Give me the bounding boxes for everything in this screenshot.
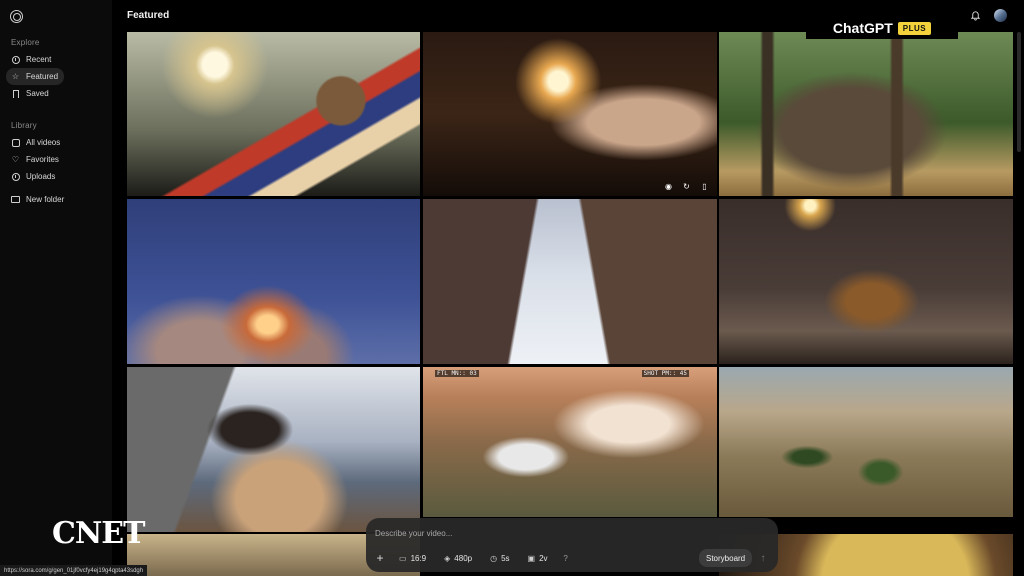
bell-icon[interactable] — [970, 10, 981, 21]
status-url: https://sora.com/g/gen_01jf0vcfy4ej19g4q… — [0, 565, 148, 576]
refresh-icon[interactable]: ↻ — [682, 182, 691, 191]
explore-section-label: Explore — [11, 38, 40, 47]
bookmark-icon[interactable]: ▯ — [700, 182, 709, 191]
clock-icon — [11, 55, 20, 64]
upload-icon — [11, 172, 20, 181]
star-icon: ☆ — [11, 72, 20, 81]
variations-icon: ▣ — [527, 553, 536, 563]
video-tile-snowy-street[interactable] — [423, 199, 717, 364]
sidebar-item-label: Saved — [26, 89, 49, 98]
resolution-value: 480p — [454, 553, 473, 563]
sidebar-item-label: Featured — [26, 72, 59, 81]
prompt-bar: + ▭ 16:9 ◈ 480p ◷ 5s ▣ 2v ? Storyboard ↑ — [366, 518, 778, 572]
sidebar-item-featured[interactable]: ☆ Featured — [6, 68, 64, 85]
storyboard-button[interactable]: Storyboard — [699, 549, 753, 567]
duration-button[interactable]: ◷ 5s — [484, 550, 515, 566]
sidebar-item-saved[interactable]: Saved — [6, 85, 64, 102]
video-tile-cat-lamp[interactable] — [127, 32, 420, 196]
video-tile-boy-rock[interactable] — [127, 367, 420, 532]
prompt-input[interactable] — [375, 526, 675, 540]
page-title: Featured — [127, 10, 170, 21]
folder-plus-icon — [11, 195, 20, 204]
video-tile-rocket-launch[interactable] — [127, 199, 420, 364]
grid-icon — [11, 138, 20, 147]
plus-tag: PLUS — [897, 21, 932, 35]
sidebar-item-label: Uploads — [26, 172, 56, 181]
bookmark-icon — [11, 89, 20, 98]
openai-logo-icon[interactable] — [10, 10, 23, 23]
resolution-icon: ◈ — [444, 553, 451, 563]
sidebar-item-all-videos[interactable]: All videos — [6, 134, 64, 151]
sidebar-item-uploads[interactable]: Uploads — [6, 168, 64, 185]
clock-icon: ◷ — [490, 553, 498, 563]
eye-icon[interactable]: ◉ — [664, 182, 673, 191]
sidebar-item-recent[interactable]: Recent — [6, 51, 64, 68]
scrollbar[interactable] — [1017, 32, 1021, 152]
aspect-ratio-value: 16:9 — [410, 553, 427, 563]
video-tile-piano-tree[interactable] — [719, 32, 1013, 196]
video-tile-terrier-street[interactable] — [719, 199, 1013, 364]
sidebar-item-label: New folder — [26, 195, 65, 204]
chatgpt-brand-text: ChatGPT — [832, 20, 893, 36]
video-tile-savanna[interactable] — [719, 367, 1013, 517]
variations-button[interactable]: ▣ 2v — [522, 550, 554, 566]
variations-value: 2v — [539, 553, 548, 563]
film-label-right: SHOT PM:: 45 — [641, 370, 689, 377]
sidebar-item-label: Favorites — [26, 155, 59, 164]
arrow-up-icon[interactable]: ↑ — [755, 550, 771, 566]
tile-actions: ◉ ↻ ▯ — [664, 182, 709, 191]
sidebar-item-label: Recent — [26, 55, 52, 64]
prompt-options: + ▭ 16:9 ◈ 480p ◷ 5s ▣ 2v ? — [373, 550, 572, 566]
video-tile-rv-desert[interactable]: FTL MN:: 03 SHOT PM:: 45 — [423, 367, 717, 517]
library-section-label: Library — [11, 121, 37, 130]
duration-value: 5s — [501, 553, 510, 563]
aspect-ratio-icon: ▭ — [399, 553, 407, 563]
add-media-button[interactable]: + — [373, 551, 387, 565]
sidebar-item-favorites[interactable]: ♡ Favorites — [6, 151, 64, 168]
sidebar: Explore Recent ☆ Featured Saved Library … — [0, 0, 112, 576]
aspect-ratio-button[interactable]: ▭ 16:9 — [393, 550, 432, 566]
help-button[interactable]: ? — [560, 554, 572, 563]
chatgpt-plus-badge: ChatGPT PLUS — [806, 17, 958, 39]
sidebar-item-label: All videos — [26, 138, 61, 147]
video-tile-old-man-lamp[interactable]: ◉ ↻ ▯ — [423, 32, 717, 196]
avatar[interactable] — [994, 9, 1007, 22]
film-label-left: FTL MN:: 03 — [435, 370, 479, 377]
sidebar-item-new-folder[interactable]: New folder — [6, 191, 86, 208]
resolution-button[interactable]: ◈ 480p — [438, 550, 478, 566]
heart-icon: ♡ — [11, 155, 20, 164]
cnet-watermark: CNET — [52, 516, 145, 551]
